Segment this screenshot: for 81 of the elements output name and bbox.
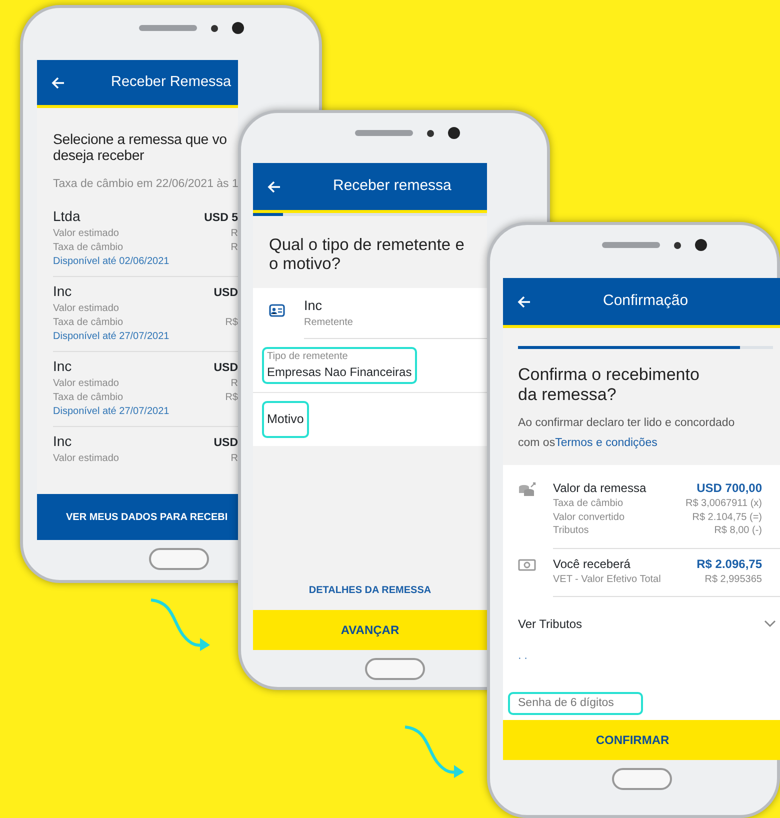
terms-text: Ao confirmar declaro ter lido e concordado com osTermos e condições (517, 416, 736, 451)
home-button[interactable] (365, 658, 425, 680)
field-label: Motivo (267, 411, 304, 428)
camera-dot (694, 239, 706, 251)
home-button[interactable] (148, 548, 208, 570)
summary-value: R$ 2.104,75 (=) (692, 510, 762, 524)
summary-value: R$ 3,0067911 (x) (685, 497, 762, 511)
amount: USD (214, 360, 238, 376)
availability-date: Disponível até 27/07/2021 (53, 405, 170, 420)
field-value: Empresas Nao Financeiras (267, 364, 412, 382)
page-heading: Confirma o recebimento da remessa? (517, 364, 700, 406)
back-arrow-icon[interactable] (267, 180, 281, 192)
curved-arrow (150, 598, 210, 651)
sensor-dot (210, 24, 218, 32)
page-heading: Selecione a remessa que vo deseja receber (53, 132, 228, 165)
camera-dot (232, 22, 244, 34)
next-button[interactable]: AVANÇAR (253, 610, 487, 650)
field-label: Taxa de câmbio (53, 316, 124, 330)
home-button[interactable] (612, 768, 672, 790)
field-label: Taxa de câmbio (53, 390, 124, 404)
screen-title: Receber remessa (333, 176, 452, 196)
summary-label: Taxa de câmbio (553, 497, 624, 511)
id-card-icon (269, 304, 285, 317)
amount: USD (214, 286, 238, 301)
sender-name: Inc (53, 282, 72, 302)
speaker-grille (602, 242, 660, 248)
sender-name: Inc (304, 296, 324, 315)
estimated-value: R (230, 377, 238, 391)
receive-data-button[interactable]: VER MEUS DADOS PARA RECEBI (37, 494, 238, 540)
exchange-rate: R$ (225, 316, 238, 330)
field-label: Valor estimado (53, 227, 119, 241)
taxes-expander[interactable]: Ver Tributos (503, 597, 780, 634)
field-label: Taxa de câmbio (53, 240, 124, 254)
password-field[interactable]: Senha de 6 dígitos (508, 692, 643, 716)
sender-name: Inc (53, 357, 72, 376)
summary-amount: R$ 2.096,75 (696, 556, 762, 573)
availability-date: Disponível até 02/06/2021 (53, 255, 170, 270)
speaker-grille (138, 25, 196, 31)
field-label: Valor estimado (53, 377, 119, 391)
back-arrow-icon[interactable] (51, 76, 65, 88)
amount: USD (214, 436, 238, 451)
sender-name: Inc (53, 432, 72, 452)
summary-value: R$ 8,00 (-) (714, 524, 762, 538)
estimated-value: R (230, 227, 238, 241)
field-label: Valor estimado (53, 452, 119, 466)
amount: USD 5 (204, 210, 238, 226)
summary-label: Valor convertido (553, 510, 625, 524)
screen-title: Receber Remessa (111, 72, 232, 92)
back-arrow-icon[interactable] (517, 296, 531, 308)
camera-dot (448, 127, 460, 139)
sensor-dot (674, 242, 680, 248)
exchange-rate: R (230, 240, 238, 254)
chevron-down-icon[interactable] (764, 620, 776, 628)
curved-arrow (404, 726, 464, 778)
availability-date: Disponível até 27/07/2021 (53, 330, 170, 344)
field-label: Tipo de remetente (267, 350, 349, 364)
sender-name: Ltda (53, 207, 80, 226)
summary-amount: USD 700,00 (696, 480, 762, 498)
speaker-grille (355, 130, 413, 136)
exchange-rate: R$ (225, 390, 238, 404)
summary-title: Você receberá (553, 556, 630, 573)
confirm-button[interactable]: CONFIRMAR (503, 720, 780, 760)
cash-icon (518, 556, 536, 573)
reason-field[interactable]: Motivo (262, 401, 309, 438)
summary-label: VET - Valor Efetivo Total (553, 572, 661, 586)
screen-title: Confirmação (603, 291, 688, 312)
sender-type-field[interactable]: Tipo de remetente Empresas Nao Financeiras (262, 346, 417, 384)
page-heading: Qual o tipo de remetente e o motivo? (268, 235, 466, 275)
expander-label: Ver Tributos (518, 616, 582, 634)
remittance-details-link[interactable]: DETALHES DA REMESSA (253, 583, 487, 610)
estimated-value: R (230, 452, 238, 466)
coins-icon (518, 481, 536, 498)
field-label: Valor estimado (53, 302, 119, 316)
sender-role: Remetente (304, 316, 354, 330)
summary-label: Tributos (553, 524, 589, 538)
summary-title: Valor da remessa (553, 480, 646, 498)
sensor-dot (427, 130, 434, 136)
summary-value: R$ 2,995365 (704, 572, 762, 586)
masked-password: · · (517, 652, 528, 666)
terms-link[interactable]: Termos e condições (555, 436, 658, 449)
exchange-rate-note: Taxa de câmbio em 22/06/2021 às 1 (53, 176, 238, 192)
